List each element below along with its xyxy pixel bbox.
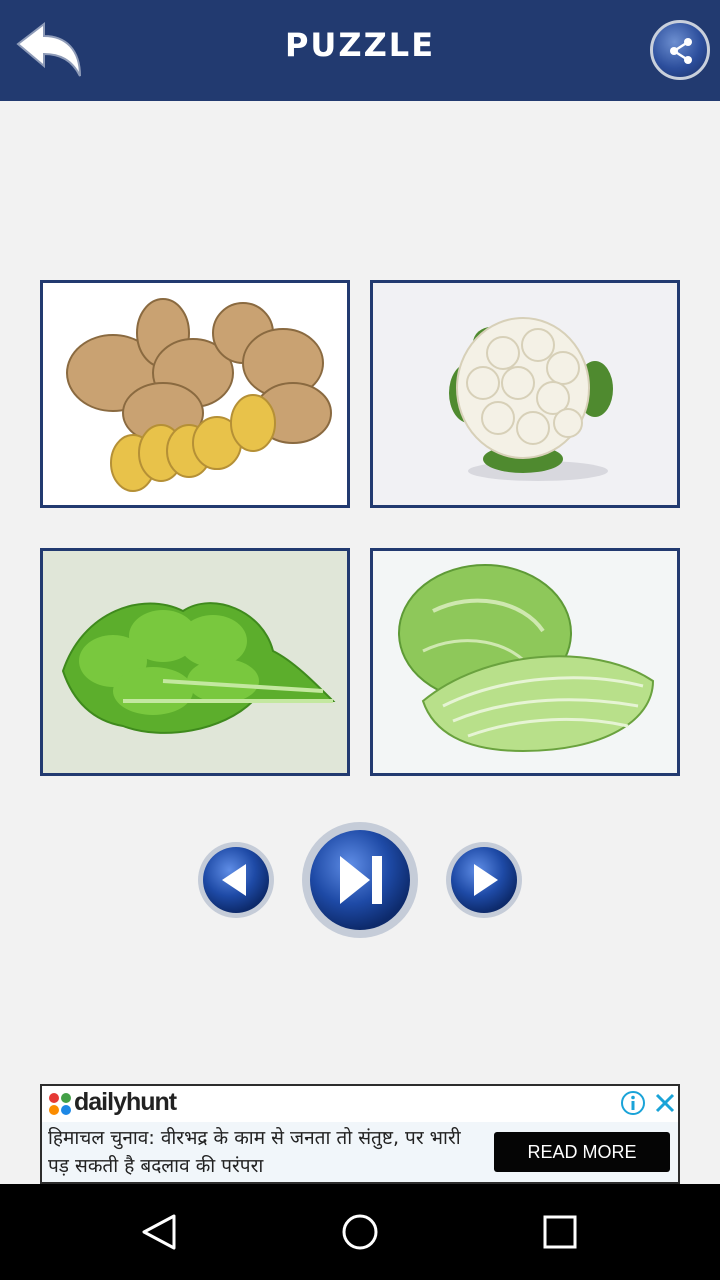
page-title: PUZZLE xyxy=(284,26,436,64)
dailyhunt-logo-icon xyxy=(49,1093,71,1115)
ad-close-icon[interactable] xyxy=(652,1090,678,1116)
nav-back-icon xyxy=(142,1214,176,1250)
share-icon xyxy=(670,38,692,64)
ad-info-icon[interactable] xyxy=(620,1090,646,1116)
ad-banner[interactable]: dailyhunt हिमाचल चुनाव: वीरभद्र के काम स… xyxy=(40,1084,680,1184)
system-nav-bar xyxy=(0,1184,720,1280)
play-next-icon xyxy=(446,842,522,918)
nav-home-icon xyxy=(342,1214,378,1250)
nav-recents-icon xyxy=(543,1215,577,1249)
ad-body: हिमाचल चुनाव: वीरभद्र के काम से जनता तो … xyxy=(42,1122,678,1182)
greens-image xyxy=(61,602,336,734)
share-button[interactable] xyxy=(650,20,710,80)
previous-icon xyxy=(198,842,274,918)
cauliflower-image xyxy=(449,317,613,481)
skip-next-icon xyxy=(302,822,418,938)
ad-header: dailyhunt xyxy=(42,1086,678,1122)
puzzle-tile-greens[interactable] xyxy=(40,548,350,776)
ad-headline[interactable]: हिमाचल चुनाव: वीरभद्र के काम से जनता तो … xyxy=(48,1124,478,1180)
app-header: PUZZLE xyxy=(0,0,720,101)
skip-button[interactable] xyxy=(300,820,420,940)
puzzle-tile-cauliflower[interactable] xyxy=(370,280,680,508)
read-more-button[interactable]: READ MORE xyxy=(494,1132,670,1172)
cabbage-image xyxy=(398,564,655,753)
ad-brand: dailyhunt xyxy=(74,1088,177,1116)
next-button[interactable] xyxy=(444,840,524,920)
system-home-button[interactable] xyxy=(336,1208,384,1256)
system-recents-button[interactable] xyxy=(536,1208,584,1256)
puzzle-tile-cabbage[interactable] xyxy=(370,548,680,776)
puzzle-tile-ginger[interactable] xyxy=(40,280,350,508)
system-back-button[interactable] xyxy=(136,1208,184,1256)
ginger-image xyxy=(66,298,332,492)
previous-button[interactable] xyxy=(196,840,276,920)
